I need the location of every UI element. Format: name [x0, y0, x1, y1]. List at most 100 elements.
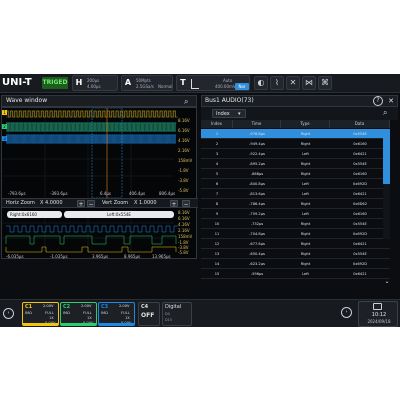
trigger-settings[interactable]: T Auto 400.00mV Nor: [176, 75, 250, 91]
channel-probe: 1X: [49, 316, 54, 320]
c4-channel-box[interactable]: C4 OFF: [138, 302, 160, 326]
table-row[interactable]: 4 -895.2µs Right 0x554E: [201, 159, 390, 169]
lower-scale-4: 2.16V: [178, 228, 190, 233]
run-stop-icon[interactable]: ◐: [254, 76, 268, 90]
channel-volts: 2.00V: [119, 304, 130, 308]
upper-scale-1: 8.16V: [178, 118, 190, 123]
table-cell: Left: [302, 272, 309, 276]
channel-coupling: FULL: [83, 311, 92, 315]
zoom-icon[interactable]: ⌘: [318, 76, 332, 90]
channel-box-c2[interactable]: C22.00VIMΩFULL1X0.00V: [60, 302, 97, 326]
table-row[interactable]: 3 -922.4µs Left 0x6421: [201, 149, 390, 159]
acquire-rate: 2.5GSa/s: [136, 84, 154, 89]
table-row[interactable]: 8 -786.4µs Right 0x6D62: [201, 199, 390, 209]
trigger-level: 400.00mV: [215, 84, 236, 89]
horiz-zoom-minus-button[interactable]: −: [87, 200, 95, 208]
table-cell: 0x554E: [353, 222, 367, 226]
table-cell: -623.2µs: [249, 262, 265, 266]
table-row[interactable]: 14 -623.2µs Right 0x692D: [201, 259, 390, 269]
table-row[interactable]: 1 -976.8µs Right 0x554E: [201, 129, 390, 139]
help-icon[interactable]: ?: [373, 96, 383, 106]
channel-name: C3: [101, 304, 109, 310]
table-row[interactable]: 12 -677.6µs Right 0x6421: [201, 239, 390, 249]
upper-scale-7: -3.8V: [178, 178, 189, 183]
table-cell: -704.8µs: [249, 232, 265, 236]
horizontal-timebase: 200µs: [87, 78, 100, 83]
col-header-data: Data: [330, 120, 390, 128]
grid-icon[interactable]: ⋈: [302, 76, 316, 90]
table-cell: -759.2µs: [249, 212, 265, 216]
table-cell: -786.4µs: [249, 202, 265, 206]
table-cell: 0x6D62: [352, 202, 368, 206]
lower-scale-8: -5.8V: [178, 250, 189, 255]
brand-logo: UNI-T: [2, 77, 32, 88]
horiz-zoom-plus-button[interactable]: +: [77, 200, 85, 208]
table-cell: 0x692D: [352, 232, 368, 236]
acquire-settings[interactable]: A 50Mpts 2.5GSa/s Normal: [121, 75, 173, 91]
bus-table: Index Time Type Data 1 -976.8µs Right 0x554…: [201, 120, 390, 327]
upper-scale-6: -1.8V: [178, 168, 189, 173]
horiz-zoom-value[interactable]: X 4.0000: [40, 199, 63, 207]
horizontal-settings[interactable]: H 200µs 4.00µs: [72, 75, 118, 91]
table-cell: -596µs: [250, 272, 264, 276]
table-row[interactable]: 9 -759.2µs Left 0x6160: [201, 209, 390, 219]
close-icon[interactable]: ✕: [386, 96, 396, 106]
vert-zoom-minus-button[interactable]: −: [182, 200, 190, 208]
table-cell: 10: [214, 222, 220, 226]
table-scroll-thumb[interactable]: [383, 129, 390, 184]
search-icon[interactable]: ⌕: [184, 97, 194, 107]
ch3-marker[interactable]: 3: [2, 136, 7, 141]
decode-right-frame[interactable]: Right:0x6160: [7, 211, 62, 218]
view-select[interactable]: Index ▾: [212, 109, 246, 118]
ch1-marker[interactable]: 1: [2, 110, 7, 115]
table-row[interactable]: 2 -949.4µs Right 0x6160: [201, 139, 390, 149]
table-row[interactable]: 5 -868µs Right 0x6160: [201, 169, 390, 179]
table-cell: 1: [215, 132, 219, 136]
table-cell: Right: [300, 232, 311, 236]
menu-next-icon[interactable]: ›: [341, 307, 352, 318]
table-cell: Left: [302, 182, 309, 186]
channel-mode: IMΩ: [63, 311, 70, 315]
channel-box-c3[interactable]: C32.00VIMΩFULL1X0.00V: [98, 302, 135, 326]
table-cell: -976.8µs: [249, 132, 265, 136]
horiz-zoom-label: Horiz Zoom: [6, 200, 35, 206]
table-row[interactable]: 13 -650.4µs Right 0x554E: [201, 249, 390, 259]
upper-scale-8: -5.8V: [178, 188, 189, 193]
table-row[interactable]: 10 -732µs Right 0x554E: [201, 219, 390, 229]
menu-prev-icon[interactable]: ‹: [3, 308, 14, 319]
lower-scale-2: 6.16V: [178, 216, 190, 221]
lower-scale-1: 8.16V: [178, 210, 190, 215]
channel-mode: IMΩ: [101, 311, 108, 315]
table-body: 1 -976.8µs Right 0x554E 2 -949.4µs Right 0x6160…: [201, 129, 390, 279]
table-cell: 0x554E: [353, 252, 367, 256]
channel-volts: 2.00V: [43, 304, 54, 308]
upper-time-3: 6.4µs: [100, 191, 111, 196]
usb-icon: [373, 303, 382, 310]
table-cell: -868µs: [250, 172, 264, 176]
trigger-state-badge: TRIGED: [42, 77, 68, 89]
auto-icon[interactable]: ✕: [286, 76, 300, 90]
table-cell: Right: [300, 172, 311, 176]
vert-zoom-plus-button[interactable]: +: [170, 200, 178, 208]
table-cell: 13: [214, 252, 220, 256]
lower-time-5: 13.965µs: [152, 254, 171, 259]
table-row[interactable]: 11 -704.8µs Right 0x692D: [201, 229, 390, 239]
channel-box-c1[interactable]: C12.00VIMΩFULL1X0.00V: [22, 302, 59, 326]
table-scrollbar[interactable]: [383, 129, 390, 239]
single-icon[interactable]: ⌇: [270, 76, 284, 90]
vert-zoom-value[interactable]: X 1.0000: [134, 199, 157, 207]
channel-name: C2: [63, 304, 71, 310]
channel-name: C1: [25, 304, 33, 310]
waveform-trace: [5, 235, 177, 245]
table-row[interactable]: 6 -840.8µs Left 0x692D: [201, 179, 390, 189]
digital-box[interactable]: Digital D0 D15: [162, 302, 192, 326]
ch2-marker[interactable]: 2: [2, 124, 7, 129]
decode-left-frame[interactable]: Left:0x554E: [64, 211, 174, 218]
table-search-icon[interactable]: ⌕: [383, 108, 393, 118]
scroll-down-icon[interactable]: ⌄: [382, 277, 392, 287]
channel-color-bar: [99, 323, 134, 325]
waveform-display[interactable]: 1 2 3 8.16V 6.16V 4.16V 2.16V 158mV -1.8…: [1, 107, 198, 259]
upper-time-5: 806.4µs: [159, 191, 176, 196]
table-row[interactable]: 15 -596µs Left 0x6421: [201, 269, 390, 279]
table-row[interactable]: 7 -813.6µs Left 0x6421: [201, 189, 390, 199]
